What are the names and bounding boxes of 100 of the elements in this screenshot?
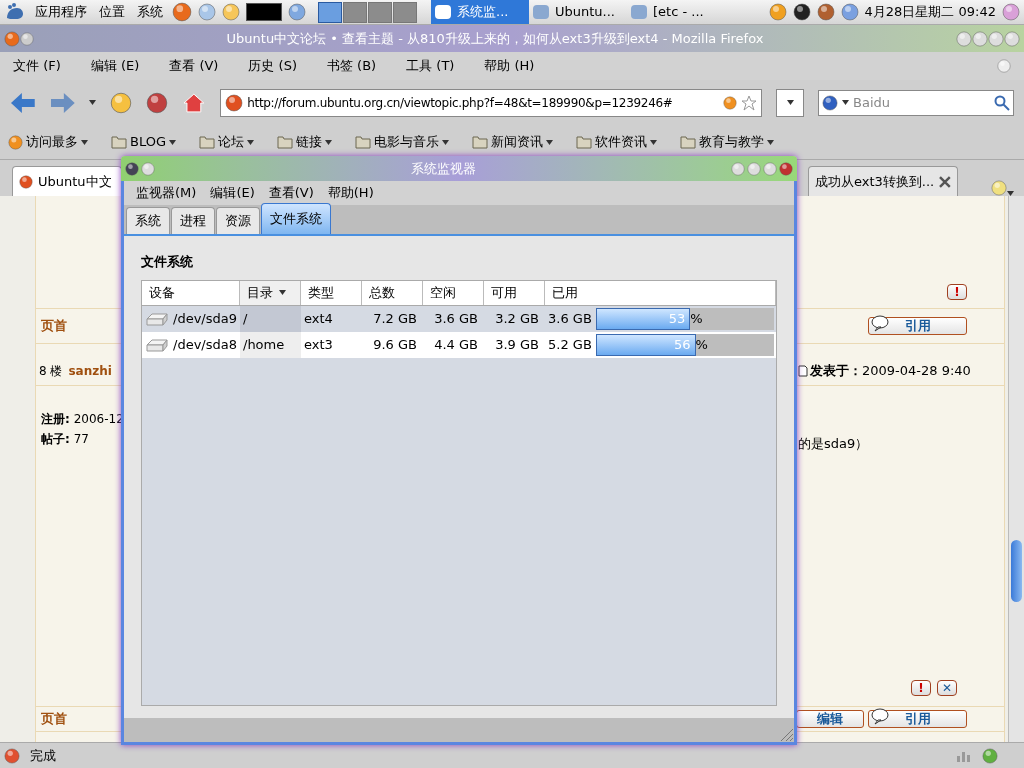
resize-grip-icon[interactable] — [778, 726, 794, 742]
column-header[interactable]: 类型 — [301, 280, 362, 305]
column-header[interactable]: 总数 — [362, 280, 423, 305]
caret-icon — [546, 139, 553, 145]
percent-sign: % — [695, 335, 708, 354]
browser-menu-item[interactable]: 编辑 (E) — [90, 56, 140, 76]
quote-button[interactable]: 引用 — [868, 710, 967, 728]
system-monitor-applet[interactable] — [246, 3, 282, 21]
window-title: Ubuntu中文论坛 • 查看主题 - 从810升级上来的，如何从ext3升级到ext4 - Mozilla Firefox — [225, 29, 765, 48]
monitor-menu-item[interactable]: 监视器(M) — [136, 183, 197, 203]
table-cell: / — [240, 305, 301, 332]
browser-tab[interactable]: Ubuntu中文 — [12, 166, 122, 196]
monitor-tab[interactable]: 文件系统 — [261, 203, 331, 234]
monitor-tab[interactable]: 资源 — [216, 207, 260, 234]
edit-button[interactable]: 编辑 — [796, 710, 864, 728]
table-cell-text: 5.2 GB — [548, 335, 592, 354]
monitor-menu-item[interactable]: 编辑(E) — [210, 183, 255, 203]
page-top-link[interactable]: 页首 — [41, 316, 121, 336]
table-cell: /dev/sda9 — [142, 305, 240, 332]
caret-icon — [325, 139, 332, 145]
browser-menu-item[interactable]: 文件 (F) — [13, 56, 61, 76]
report-button[interactable]: ! — [911, 680, 931, 696]
drive-icon — [145, 336, 169, 353]
column-header[interactable]: 可用 — [484, 280, 545, 305]
search-field[interactable]: Baidu — [818, 89, 1014, 116]
window-title: 系统监视器 — [409, 159, 477, 178]
monitor-tab[interactable]: 进程 — [171, 207, 215, 234]
bookmark-folder[interactable]: 软件资讯 — [576, 132, 657, 152]
star-icon[interactable] — [741, 94, 758, 111]
scrollbar[interactable] — [1008, 196, 1024, 742]
panel-menu[interactable]: 系统 — [134, 2, 166, 22]
caret-icon — [767, 139, 774, 145]
table-cell-text: 3.6 GB — [548, 309, 592, 328]
panel-menu[interactable]: 位置 — [96, 2, 128, 22]
workspace-switcher-cell[interactable] — [343, 1, 367, 23]
delete-button[interactable]: ✕ — [937, 680, 957, 696]
bookmark-folder[interactable]: 链接 — [277, 132, 332, 152]
monitor-tab[interactable]: 系统 — [126, 207, 170, 234]
folder-icon — [472, 135, 488, 149]
url-field[interactable]: http://forum.ubuntu.org.cn/viewtopic.php?f=48&t=189990&p=1239246# — [220, 88, 763, 117]
browser-menu-item[interactable]: 历史 (S) — [248, 56, 297, 76]
usage-fill: 56 — [595, 333, 696, 356]
caret-icon — [169, 139, 176, 145]
table-cell: /home — [240, 331, 301, 358]
table-cell-text: ext4 — [303, 309, 334, 328]
browser-menu-item[interactable]: 工具 (T) — [406, 56, 455, 76]
caret-icon — [442, 139, 449, 145]
caret-icon — [279, 290, 286, 295]
caret-icon — [89, 100, 97, 105]
bookmark-folder[interactable]: BLOG — [111, 132, 176, 152]
bookmark-folder[interactable]: 访问最多 — [8, 132, 88, 152]
speech-bubble-icon — [870, 707, 890, 725]
bookmark-folder[interactable]: 论坛 — [199, 132, 254, 152]
folder-icon — [277, 135, 293, 149]
table-cell-text: 4.4 GB — [433, 335, 479, 354]
folder-icon — [199, 135, 215, 149]
browser-menu-item[interactable]: 帮助 (H) — [484, 56, 535, 76]
caret-icon — [650, 139, 657, 145]
report-button[interactable]: ! — [947, 284, 967, 300]
taskbar-button[interactable]: 系统监... — [431, 0, 529, 24]
column-header[interactable]: 目录 — [240, 280, 301, 305]
folder-icon — [111, 135, 127, 149]
taskbar-button[interactable]: [etc - ... — [627, 0, 725, 24]
folder-icon — [576, 135, 592, 149]
workspace-switcher-cell[interactable] — [318, 1, 342, 23]
workspace-switcher-cell[interactable] — [368, 1, 392, 23]
forward-icon[interactable] — [49, 91, 76, 114]
post-date: 发表于：2009-04-28 9:40 — [810, 361, 971, 380]
caret-icon — [786, 100, 794, 105]
bookmark-folder[interactable]: 新闻资讯 — [472, 132, 553, 152]
quote-button[interactable]: 引用 — [868, 317, 967, 335]
bookmark-folder[interactable]: 电影与音乐 — [355, 132, 449, 152]
workspace-switcher-cell[interactable] — [393, 1, 417, 23]
browser-menu-item[interactable]: 书签 (B) — [326, 56, 377, 76]
table-cell-text: 7.2 GB — [372, 309, 418, 328]
post-count: 帖子: 77 — [41, 431, 90, 448]
taskbar-button[interactable]: Ubuntu... — [529, 0, 627, 24]
folder-icon — [680, 135, 696, 149]
column-header[interactable]: 空闲 — [423, 280, 484, 305]
table-cell-text: 9.6 GB — [372, 335, 418, 354]
post-text: 的是sda9） — [798, 435, 869, 453]
percent-sign: % — [690, 309, 703, 328]
column-header[interactable]: 已用 — [545, 280, 776, 305]
history-dropdown-button[interactable] — [776, 88, 805, 117]
monitor-menu-item[interactable]: 帮助(H) — [327, 183, 374, 203]
monitor-menu-item[interactable]: 查看(V) — [268, 183, 314, 203]
author-name[interactable]: sanzhi — [68, 361, 112, 380]
page-top-link[interactable]: 页首 — [41, 709, 67, 729]
foot-logo-icon[interactable] — [4, 2, 26, 22]
bookmark-folder[interactable]: 教育与教学 — [680, 132, 774, 152]
caret-icon — [842, 100, 850, 105]
drive-icon — [145, 310, 169, 327]
panel-menu[interactable]: 应用程序 — [32, 2, 90, 22]
clock[interactable]: 4月28日星期二 09:42 — [864, 2, 996, 22]
home-icon[interactable] — [182, 91, 207, 114]
back-icon[interactable] — [10, 91, 36, 114]
browser-menu-item[interactable]: 查看 (V) — [169, 56, 219, 76]
browser-tab[interactable]: 成功从ext3转换到... — [808, 166, 958, 196]
folder-icon — [355, 135, 371, 149]
search-icon[interactable] — [994, 94, 1010, 111]
